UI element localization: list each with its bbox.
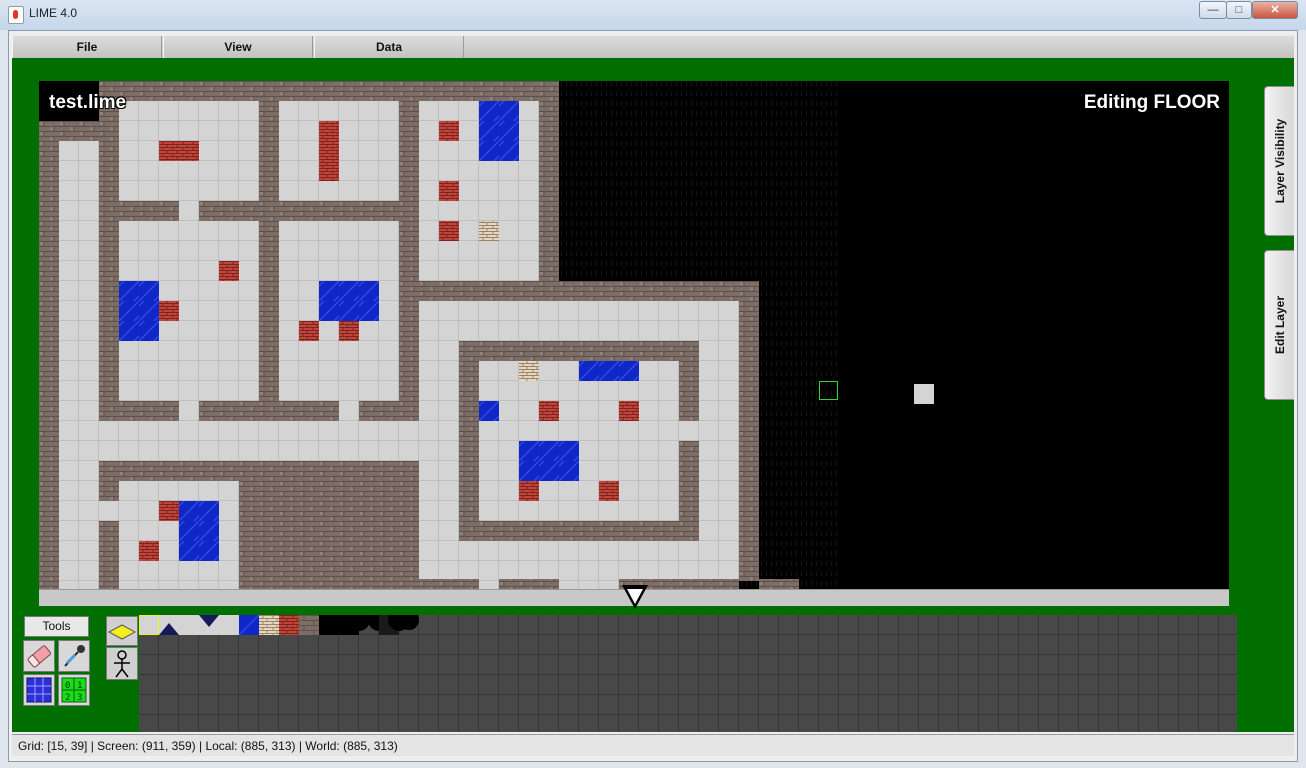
scroll-marker-fill [627, 589, 643, 604]
close-button[interactable]: ✕ [1252, 1, 1298, 19]
person-icon [114, 650, 130, 678]
tab-layer-visibility-label: Layer Visibility [1272, 118, 1287, 204]
tile-numbers-icon: 01 23 [61, 677, 87, 703]
status-bar: Grid: [15, 39] | Screen: (911, 359) | Lo… [12, 734, 1294, 756]
tab-layer-visibility[interactable]: Layer Visibility [1264, 86, 1294, 236]
map-file-name: test.lime [49, 92, 127, 113]
menu-bar: File View Data [12, 36, 1294, 59]
svg-text:1: 1 [77, 681, 82, 691]
editing-mode-label: Editing FLOOR [1083, 92, 1220, 113]
tab-edit-layer[interactable]: Edit Layer [1264, 250, 1294, 400]
grid-icon [26, 677, 52, 703]
window-title: LIME 4.0 [29, 6, 78, 20]
map-tiles [39, 81, 934, 589]
tile-numbers-tool[interactable]: 01 23 [58, 674, 90, 706]
palette-tab-floor[interactable] [106, 616, 138, 646]
grid-tool[interactable] [23, 674, 55, 706]
eyedropper-tool[interactable] [58, 640, 90, 672]
menu-view[interactable]: View [163, 36, 313, 58]
menu-file[interactable]: File [12, 36, 162, 58]
eraser-tool[interactable] [23, 640, 55, 672]
eyedropper-icon [64, 645, 85, 667]
eraser-icon [27, 645, 51, 668]
window-titlebar: LIME 4.0 — □ ✕ [0, 0, 1306, 30]
tab-edit-layer-label: Edit Layer [1272, 295, 1287, 355]
java-app-icon [8, 6, 24, 24]
palette-tab-objects[interactable] [106, 647, 138, 680]
svg-text:2: 2 [65, 693, 70, 703]
map-canvas[interactable] [39, 81, 1229, 589]
tile-palette[interactable] [139, 609, 1237, 732]
tile-palette-grid [139, 609, 1237, 732]
minimize-button[interactable]: — [1199, 1, 1227, 19]
maximize-button[interactable]: □ [1226, 1, 1252, 19]
svg-text:3: 3 [77, 693, 82, 703]
svg-text:0: 0 [65, 681, 70, 691]
diamond-icon [107, 624, 137, 640]
menu-data[interactable]: Data [314, 36, 464, 58]
tools-button[interactable]: Tools [24, 616, 89, 637]
